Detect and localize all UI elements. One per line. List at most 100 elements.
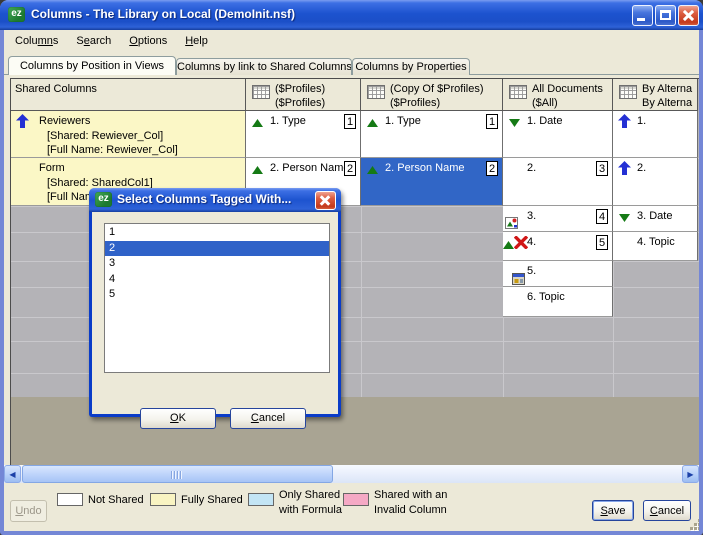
cell-col1-row0[interactable]: 1. Type1 xyxy=(246,111,361,158)
dialog-title-bar: ez Select Columns Tagged With... xyxy=(89,188,341,212)
sort-ascending-icon xyxy=(367,118,378,126)
header-line: All Documents xyxy=(532,82,603,96)
legend-item-not-shared: Not Shared xyxy=(57,488,144,508)
list-item[interactable]: 2 xyxy=(105,241,329,257)
legend-item-shared-with-invalid-column: Shared with anInvalid Column xyxy=(343,488,447,518)
scroll-right-button[interactable]: ▶ xyxy=(682,465,699,483)
save-key: S xyxy=(600,505,607,517)
label-part: S xyxy=(76,35,83,47)
legend-label-line: Fully Shared xyxy=(181,493,243,508)
select-columns-dialog: ez Select Columns Tagged With... 12345 O… xyxy=(89,188,341,417)
cell-col3-row0[interactable]: 1. Date xyxy=(503,111,613,158)
legend-label-line: Invalid Column xyxy=(374,503,447,518)
maximize-icon xyxy=(660,10,671,20)
sort-ascending-icon xyxy=(503,240,514,248)
legend-label: Fully Shared xyxy=(181,493,243,508)
resize-grip[interactable] xyxy=(688,517,699,531)
legend-label-line: Not Shared xyxy=(88,493,144,508)
cell-col2-row1[interactable]: 2. Person Name 2 xyxy=(361,158,503,206)
dialog-close-button[interactable] xyxy=(315,191,336,210)
column-header-all-documents[interactable]: All Documents($All) xyxy=(503,79,613,111)
cell-line: Form xyxy=(39,161,153,176)
menu-item-search[interactable]: Search xyxy=(67,30,120,51)
undo-rest: ndo xyxy=(23,505,41,517)
list-item[interactable]: 1 xyxy=(105,225,329,241)
close-button[interactable] xyxy=(678,5,699,26)
column-header-label: All Documents($All) xyxy=(532,82,603,110)
horizontal-scrollbar[interactable]: ◀ ▶ xyxy=(4,465,699,483)
cell-label: 3. xyxy=(527,210,536,222)
cell-col3-row4[interactable]: 5. xyxy=(503,261,613,287)
cell-col2-row0[interactable]: 1. Type1 xyxy=(361,111,503,158)
minimize-button[interactable] xyxy=(632,5,653,26)
sort-ascending-icon xyxy=(252,118,263,126)
cell-col4-row2[interactable]: 3. Date xyxy=(613,206,698,232)
scrollbar-thumb[interactable] xyxy=(22,465,333,483)
list-item[interactable]: 4 xyxy=(105,272,329,288)
sort-ascending-icon xyxy=(367,165,378,173)
cell-label: 1. Date xyxy=(527,115,562,127)
column-header-profiles[interactable]: ($Profiles)($Profiles) xyxy=(246,79,361,111)
window-content: ColumnsSearchOptionsHelp Columns by Posi… xyxy=(4,30,699,531)
save-button[interactable]: Save xyxy=(592,500,634,521)
table-icon xyxy=(509,85,527,99)
column-header-by-alternative[interactable]: By AlternaBy Alterna xyxy=(613,79,698,111)
cell-label: 2. Person Name xyxy=(385,162,464,174)
maximize-button[interactable] xyxy=(655,5,676,26)
table-icon xyxy=(619,85,637,99)
cell-line: [Full Name: Rewiever_Col] xyxy=(39,143,178,158)
cell-col3-row3[interactable]: 4.5 xyxy=(503,232,613,261)
cell-line: Reviewers xyxy=(39,114,178,129)
label-key: H xyxy=(185,35,193,47)
cell-label: 2. Person Name xyxy=(270,162,349,174)
column-header-copy-of-profiles[interactable]: (Copy Of $Profiles)($Profiles) xyxy=(361,79,503,111)
cell-label: 5. xyxy=(527,265,536,277)
cell-label: 3. Date xyxy=(637,210,672,222)
label-key: O xyxy=(129,35,138,47)
blue-up-arrow-icon xyxy=(618,114,631,128)
header-line: ($All) xyxy=(532,96,603,110)
list-item[interactable]: 5 xyxy=(105,287,329,303)
tag-number-box: 2 xyxy=(344,161,356,176)
scroll-left-button[interactable]: ◀ xyxy=(4,465,21,483)
cell-col4-row0[interactable]: 1. xyxy=(613,111,698,158)
tab-columns-by-link-to-shared-columns[interactable]: Columns by link to Shared Columns xyxy=(176,58,352,75)
cell-label: 2. xyxy=(637,162,646,174)
ok-button[interactable]: OK xyxy=(140,408,216,429)
table-icon xyxy=(252,85,270,99)
menu-item-options[interactable]: Options xyxy=(120,30,176,51)
menu-bar: ColumnsSearchOptionsHelp xyxy=(4,30,699,54)
header-line: ($Profiles) xyxy=(275,96,325,110)
tab-columns-by-properties[interactable]: Columns by Properties xyxy=(352,58,470,75)
cell-col0-row0[interactable]: Reviewers[Shared: Rewiever_Col][Full Nam… xyxy=(11,111,246,158)
undo-button[interactable]: Undo xyxy=(10,500,47,522)
menu-item-help[interactable]: Help xyxy=(176,30,217,51)
cell-col3-row5[interactable]: 6. Topic xyxy=(503,287,613,317)
cancel-rest: ancel xyxy=(658,505,684,517)
cell-col4-row3[interactable]: 4. Topic xyxy=(613,232,698,261)
column-header-shared-columns[interactable]: Shared Columns xyxy=(11,79,246,111)
menu-item-columns[interactable]: Columns xyxy=(6,30,67,51)
header-line: Shared Columns xyxy=(15,82,97,96)
tab-columns-by-position-in-views[interactable]: Columns by Position in Views xyxy=(8,56,176,75)
legend-swatch-shared-with-invalid-column xyxy=(343,493,369,506)
cell-col3-row2[interactable]: 3.4 xyxy=(503,206,613,232)
cancel-button[interactable]: Cancel xyxy=(643,500,691,521)
tag-number-box: 2 xyxy=(486,161,498,176)
label-part: s xyxy=(53,35,59,47)
header-line: By Alterna xyxy=(642,82,692,96)
cell-col3-row1[interactable]: 2.3 xyxy=(503,158,613,206)
legend-label: Only Sharedwith Formula xyxy=(279,488,342,518)
label-key: mn xyxy=(38,35,53,47)
legend-swatch-not-shared xyxy=(57,493,83,506)
header-line: (Copy Of $Profiles) xyxy=(390,82,484,96)
cell-label: 1. xyxy=(637,115,646,127)
dialog-cancel-button[interactable]: Cancel xyxy=(230,408,306,429)
sort-ascending-icon xyxy=(252,165,263,173)
tag-listbox[interactable]: 12345 xyxy=(104,223,330,373)
list-item[interactable]: 3 xyxy=(105,256,329,272)
window-title: Columns - The Library on Local (DemoInit… xyxy=(31,7,295,21)
tag-number-box: 5 xyxy=(596,235,608,250)
cell-col4-row1[interactable]: 2. xyxy=(613,158,698,206)
minimize-icon xyxy=(637,18,645,21)
